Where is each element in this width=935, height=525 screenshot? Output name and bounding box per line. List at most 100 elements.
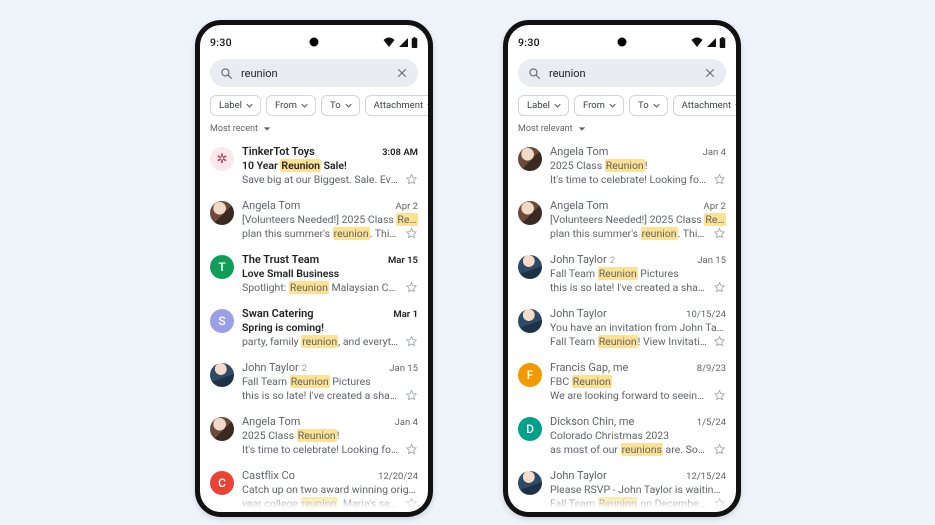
email-date: Jan 4 <box>703 147 726 158</box>
email-row[interactable]: John Taylor 12/15/24 Please RSVP - John … <box>210 516 418 517</box>
email-row[interactable]: Angela Tom Jan 4 2025 Class Reunion! It'… <box>210 408 418 462</box>
star-icon[interactable] <box>713 335 726 348</box>
filter-chip-from[interactable]: From <box>574 95 624 116</box>
caret-down-icon <box>427 102 433 109</box>
email-subject: FBC Reunion <box>550 375 726 388</box>
sender-name: TinkerTot Toys <box>242 145 315 158</box>
email-snippet: Save big at our Biggest. Sale. Ever. <box>242 173 399 186</box>
sender-name: John Taylor2 <box>242 361 307 374</box>
highlight: Reunion <box>280 159 321 172</box>
star-icon[interactable] <box>405 227 418 240</box>
email-list: Angela Tom Jan 4 2025 Class Reunion! It'… <box>518 138 726 517</box>
email-row[interactable]: T The Trust Team Mar 15 Love Small Busin… <box>210 246 418 300</box>
chip-label: To <box>330 100 341 111</box>
sender-name: Angela Tom <box>550 199 608 212</box>
search-bar[interactable]: reunion <box>518 59 726 87</box>
filter-chip-label[interactable]: Label <box>518 95 569 116</box>
star-icon[interactable] <box>713 497 726 510</box>
email-row[interactable]: D Dickson Chin, me 1/5/24 Colorado Chris… <box>518 408 726 462</box>
front-camera <box>310 38 319 47</box>
email-date: 3:08 AM <box>382 147 418 158</box>
highlight: Reunion <box>598 267 638 280</box>
avatar <box>210 363 234 387</box>
email-subject: [Volunteers Needed!] 2025 Class Reunion <box>550 213 726 226</box>
email-snippet: Fall Team Reunion on December 20 <box>550 497 707 510</box>
filter-chip-to[interactable]: To <box>629 95 668 116</box>
sort-selector[interactable]: Most relevant <box>518 124 726 134</box>
email-date: 1/5/24 <box>697 417 726 428</box>
email-snippet: plan this summer's reunion. This year we… <box>550 227 707 240</box>
highlight: Reunion <box>605 159 645 172</box>
battery-icon <box>411 37 418 48</box>
caret-down-icon <box>263 125 271 133</box>
search-bar[interactable]: reunion <box>210 59 418 87</box>
email-row[interactable]: John Taylor 12/15/24 Please RSVP - John … <box>518 462 726 516</box>
filter-chip-label[interactable]: Label <box>210 95 261 116</box>
email-row[interactable]: John Taylor2 Jan 15 Fall Team Reunion Pi… <box>518 246 726 300</box>
star-icon[interactable] <box>405 173 418 186</box>
search-icon <box>220 67 233 80</box>
email-date: Jan 15 <box>697 255 726 266</box>
avatar: C <box>210 471 234 495</box>
email-row[interactable]: John Taylor2 Jan 15 Fall Team Reunion Pi… <box>210 354 418 408</box>
chip-label: Attachment <box>374 100 423 111</box>
star-icon[interactable] <box>405 497 418 510</box>
avatar <box>518 147 542 171</box>
email-subject: Catch up on two award winning originals <box>242 483 418 496</box>
sort-selector[interactable]: Most recent <box>210 124 418 134</box>
chip-label: Attachment <box>682 100 731 111</box>
phone-mock: 9:30 reunion Label From <box>503 20 741 517</box>
filter-chip-attachment[interactable]: Attachment <box>365 95 433 116</box>
star-icon[interactable] <box>713 443 726 456</box>
search-icon <box>528 67 541 80</box>
email-row[interactable]: C Castflix Co 12/20/24 Catch up on two a… <box>210 462 418 516</box>
avatar: D <box>518 417 542 441</box>
clear-icon[interactable] <box>704 67 716 79</box>
avatar: F <box>518 363 542 387</box>
email-date: Apr 2 <box>704 201 726 212</box>
star-icon[interactable] <box>713 281 726 294</box>
search-query: reunion <box>549 67 696 80</box>
email-snippet: Spotlight: Reunion Malaysian Cafe + Kitc… <box>242 281 399 294</box>
email-snippet: It's time to celebrate! Looking forward … <box>550 173 707 186</box>
filter-chips: Label From To Attachment <box>518 95 726 116</box>
sort-label: Most relevant <box>518 124 573 134</box>
search-query: reunion <box>241 67 388 80</box>
email-row[interactable]: John Taylor 10/15/24 You have an invitat… <box>518 300 726 354</box>
sender-name: John Taylor <box>550 469 607 482</box>
highlight: reunions <box>621 443 663 456</box>
caret-down-icon <box>301 102 308 109</box>
star-icon[interactable] <box>405 281 418 294</box>
filter-chip-to[interactable]: To <box>321 95 360 116</box>
sender-name: Angela Tom <box>242 415 300 428</box>
caret-down-icon <box>609 102 616 109</box>
email-row[interactable]: F Francis Gap, me 8/9/23 FBC Reunion We … <box>518 354 726 408</box>
email-row[interactable]: Angela Tom Apr 2 [Volunteers Needed!] 20… <box>210 192 418 246</box>
thread-count: 2 <box>302 363 307 374</box>
email-row[interactable]: Angela Tom Apr 2 [Volunteers Needed!] 20… <box>518 192 726 246</box>
email-row[interactable]: ✲ TinkerTot Toys 3:08 AM 10 Year Reunion… <box>518 516 726 517</box>
email-snippet: this is so late! I've created a shared a… <box>550 281 707 294</box>
email-subject: Spring is coming! <box>242 321 418 334</box>
email-row[interactable]: ✲ TinkerTot Toys 3:08 AM 10 Year Reunion… <box>210 138 418 192</box>
email-date: Jan 15 <box>389 363 418 374</box>
sender-name: Dickson Chin, me <box>550 415 634 428</box>
filter-chip-from[interactable]: From <box>266 95 316 116</box>
filter-chip-attachment[interactable]: Attachment <box>673 95 741 116</box>
sender-name: Angela Tom <box>550 145 608 158</box>
star-icon[interactable] <box>713 389 726 402</box>
email-date: Mar 15 <box>388 255 418 266</box>
caret-down-icon <box>554 102 561 109</box>
email-row[interactable]: S Swan Catering Mar 1 Spring is coming! … <box>210 300 418 354</box>
star-icon[interactable] <box>405 443 418 456</box>
star-icon[interactable] <box>713 173 726 186</box>
clear-icon[interactable] <box>396 67 408 79</box>
star-icon[interactable] <box>405 389 418 402</box>
email-subject: Love Small Business <box>242 267 418 280</box>
highlight: Reunion <box>396 213 418 226</box>
avatar <box>518 201 542 225</box>
star-icon[interactable] <box>713 227 726 240</box>
highlight: Reunion <box>598 335 638 348</box>
star-icon[interactable] <box>405 335 418 348</box>
email-row[interactable]: Angela Tom Jan 4 2025 Class Reunion! It'… <box>518 138 726 192</box>
